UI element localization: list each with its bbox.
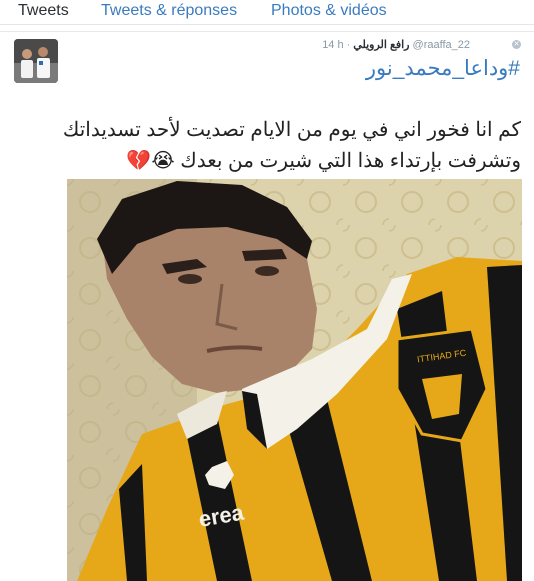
tweet-text-line-1: كم انا فخور اني في يوم من الايام تصديت ل… — [62, 119, 521, 141]
tab-photos-and-videos[interactable]: Photos & vidéos — [271, 0, 387, 22]
hashtag-link[interactable]: #وداعا_محمد_نور — [366, 56, 520, 81]
tab-tweets[interactable]: Tweets — [18, 0, 69, 22]
tweet-header: 14 h · رافع الرويلي @raaffa_22 — [322, 39, 470, 51]
tweet-card[interactable]: 14 h · رافع الرويلي @raaffa_22 ✕ #وداعا_مح… — [0, 31, 534, 581]
tweet-text: كم انا فخور اني في يوم من الايام تصديت ل… — [21, 115, 521, 176]
avatar[interactable] — [14, 39, 58, 83]
tweet-photo[interactable]: ITTIHAD FC erea — [67, 179, 522, 581]
profile-tabs: Tweets Tweets & réponses Photos & vidéos — [0, 0, 534, 25]
author-name[interactable]: رافع الرويلي — [353, 39, 409, 51]
tweet-text-line-2: وتشرفت بإرتداء هذا التي شيرت من بعدك — [180, 150, 521, 172]
close-icon[interactable]: ✕ — [512, 40, 521, 49]
author-handle[interactable]: @raaffa_22 — [413, 39, 470, 51]
tweet-time[interactable]: 14 h — [322, 39, 343, 51]
emoji-crying-broken-heart-icon: 😭💔 — [126, 148, 175, 172]
tab-tweets-and-replies[interactable]: Tweets & réponses — [101, 0, 237, 22]
